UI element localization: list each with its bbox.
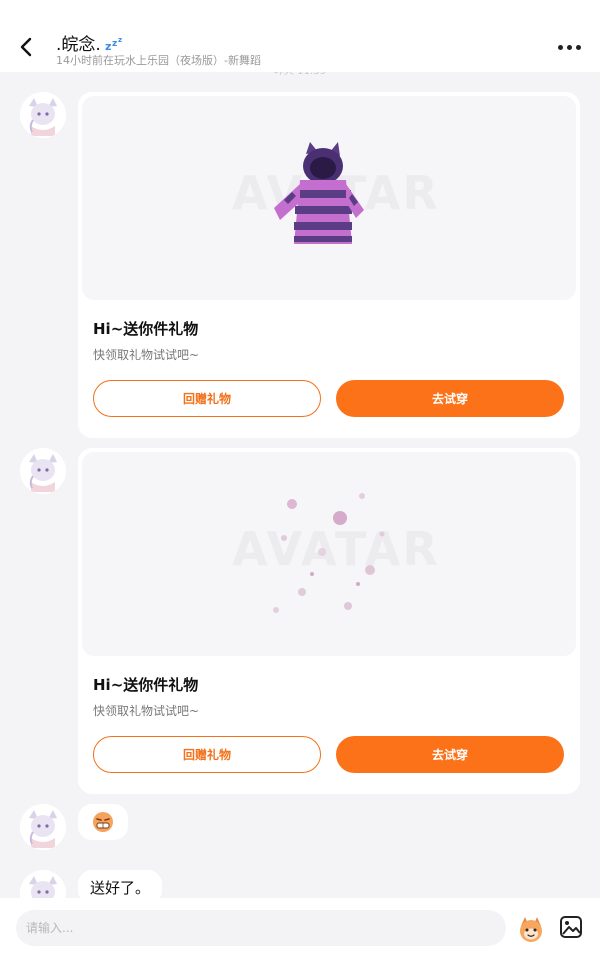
svg-text:z: z xyxy=(105,40,111,51)
gift-subtitle: 快领取礼物试试吧~ xyxy=(93,704,200,718)
image-picker-icon[interactable] xyxy=(558,914,584,940)
chat-header: .皖念. z z z 14小时前在玩水上乐园（夜场版）-新舞蹈 xyxy=(0,0,600,72)
gift-title: Hi~送你件礼物 xyxy=(93,320,199,338)
gift-title: Hi~送你件礼物 xyxy=(93,676,199,694)
gift-preview: AVATAR xyxy=(82,452,576,656)
message-input[interactable] xyxy=(16,910,506,946)
gift-preview: AVATAR xyxy=(82,96,576,300)
return-gift-button[interactable]: 回赠礼物 xyxy=(93,736,321,773)
svg-text:z: z xyxy=(112,39,117,49)
sparkle-effect-icon xyxy=(273,493,385,613)
avatar[interactable] xyxy=(20,448,66,494)
svg-text:z: z xyxy=(118,36,122,44)
avatar[interactable] xyxy=(20,804,66,850)
gift-card[interactable]: AVATAR Hi~送你件礼物 快领取礼物试试吧~ 回赠礼物 去试穿 xyxy=(78,92,580,438)
contact-activity: 14小时前在玩水上乐园（夜场版）-新舞蹈 xyxy=(56,54,261,67)
composer-bar xyxy=(0,898,600,960)
more-options-icon[interactable] xyxy=(556,40,582,54)
return-gift-button[interactable]: 回赠礼物 xyxy=(93,380,321,417)
gift-card[interactable]: AVATAR Hi~送你件礼物 快领取礼物试试吧~ 回赠礼物 去试穿 xyxy=(78,448,580,794)
striped-cat-hoodie-icon xyxy=(274,142,364,244)
try-on-button[interactable]: 去试穿 xyxy=(336,380,564,417)
avatar[interactable] xyxy=(20,92,66,138)
emoji-icon[interactable] xyxy=(516,914,546,944)
grinning-face-sticker-icon xyxy=(93,812,113,832)
back-arrow-icon[interactable] xyxy=(14,34,40,60)
gift-subtitle: 快领取礼物试试吧~ xyxy=(93,348,200,362)
try-on-button[interactable]: 去试穿 xyxy=(336,736,564,773)
message-text: 送好了。 xyxy=(90,878,151,897)
sticker-bubble[interactable] xyxy=(78,804,128,840)
zzz-sleep-icon: z z z xyxy=(105,36,122,51)
